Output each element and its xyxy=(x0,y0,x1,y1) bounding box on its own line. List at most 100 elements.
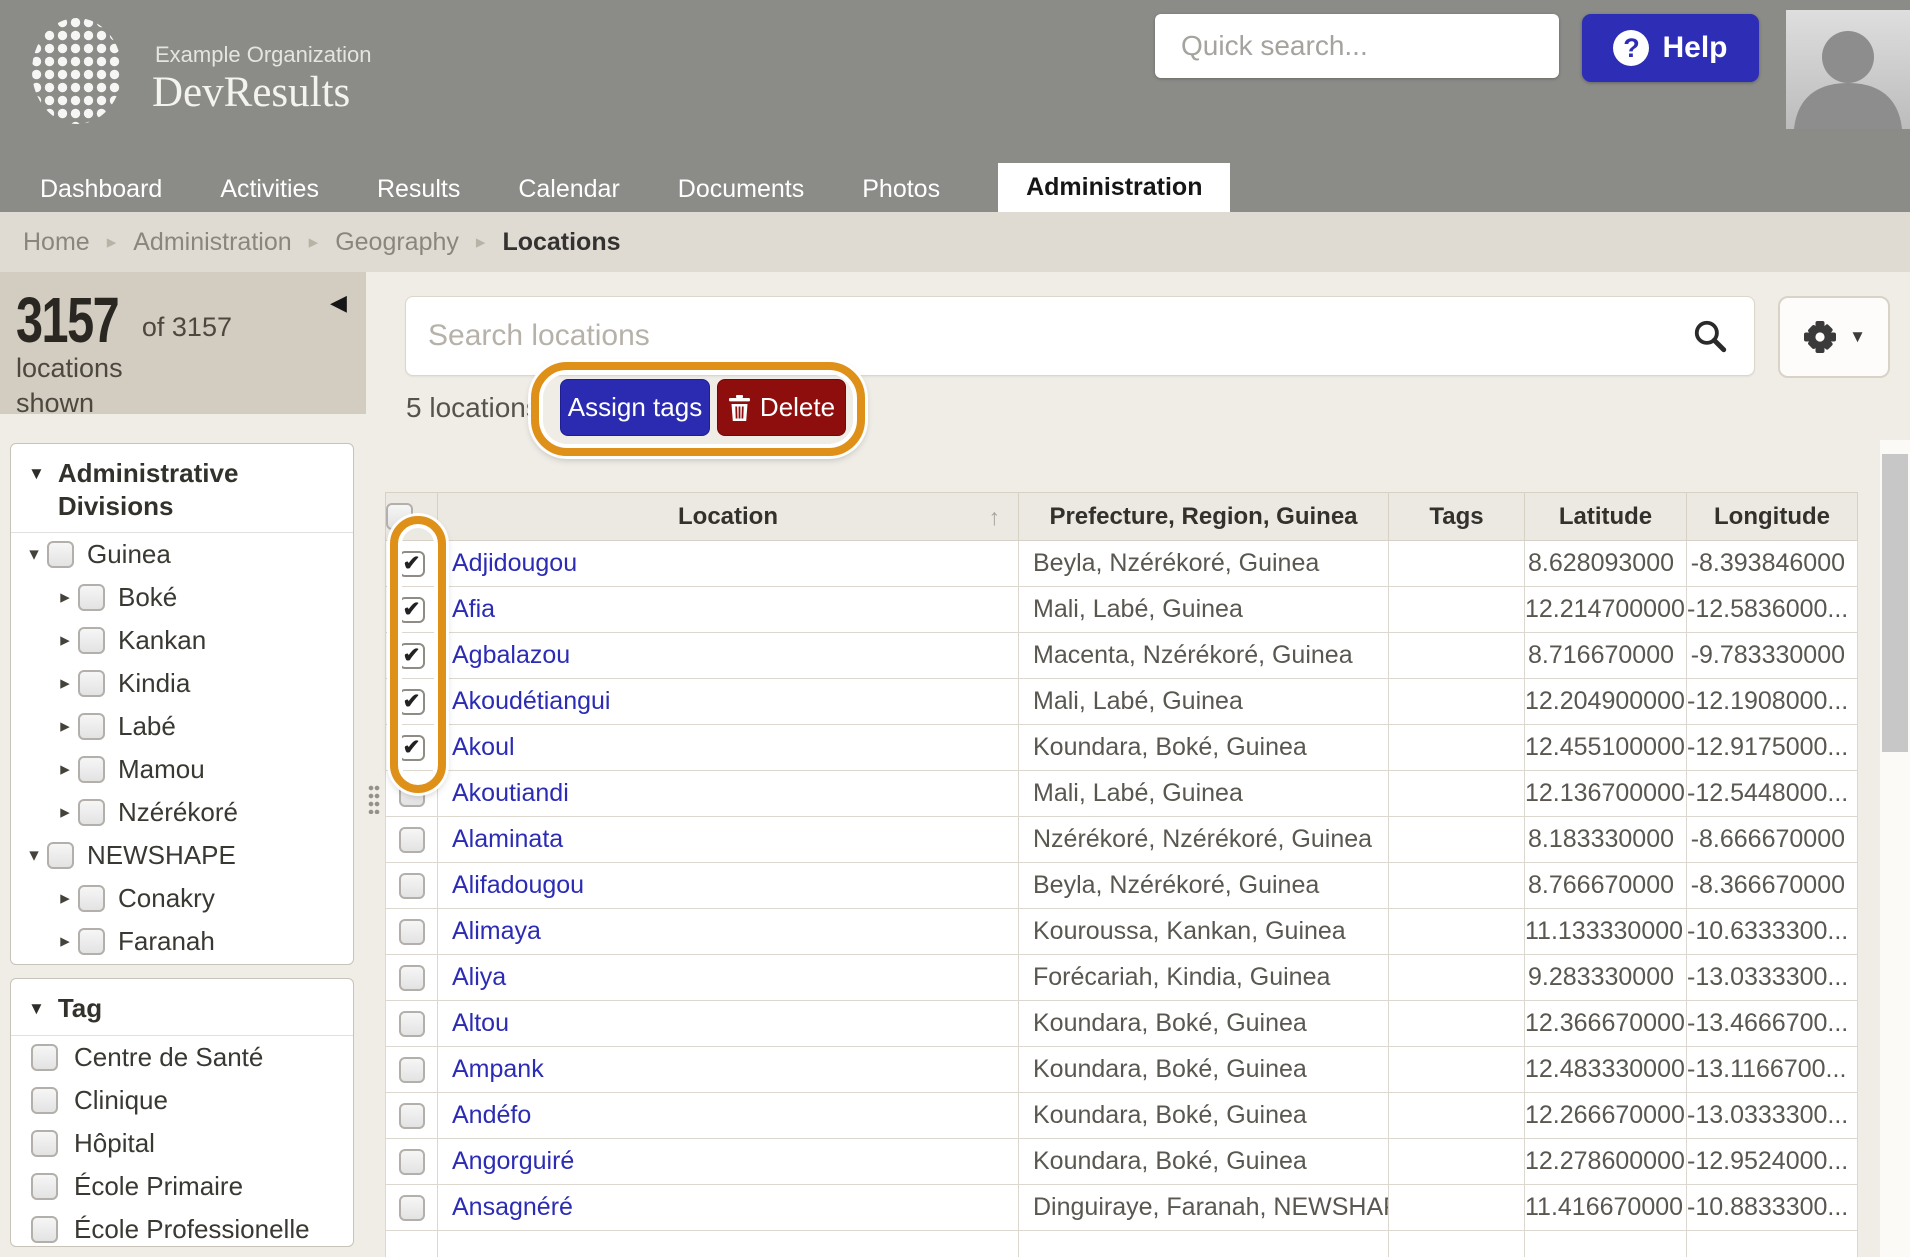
location-link[interactable]: Akoul xyxy=(439,733,515,761)
tree-checkbox[interactable] xyxy=(78,928,105,955)
tag-item-label[interactable]: Centre de Santé xyxy=(74,1042,263,1073)
caret-down-icon[interactable]: ▾ xyxy=(21,543,47,566)
location-link[interactable]: Akoutiandi xyxy=(439,779,569,807)
row-checkbox[interactable]: ✔ xyxy=(398,642,425,669)
column-header-tags[interactable]: Tags xyxy=(1388,492,1525,541)
breadcrumb-link[interactable]: Home xyxy=(23,228,90,257)
divisions-panel-header[interactable]: ▼ Administrative Divisions xyxy=(11,444,353,533)
location-link[interactable]: Agbalazou xyxy=(439,641,570,669)
tree-item-label[interactable]: Nzérékoré xyxy=(118,797,238,828)
caret-right-icon[interactable]: ▸ xyxy=(52,672,78,695)
location-link[interactable]: Angorguiré xyxy=(439,1147,574,1175)
row-checkbox[interactable] xyxy=(398,1010,425,1037)
table-settings-button[interactable]: ▼ xyxy=(1778,296,1890,378)
location-link[interactable]: Alimaya xyxy=(439,917,541,945)
tab-results[interactable]: Results xyxy=(377,166,460,212)
tag-checkbox[interactable] xyxy=(31,1086,58,1114)
breadcrumb-link[interactable]: Administration xyxy=(133,228,291,257)
breadcrumb-link[interactable]: Geography xyxy=(335,228,459,257)
tree-checkbox[interactable] xyxy=(47,842,74,869)
tree-checkbox[interactable] xyxy=(78,756,105,783)
row-checkbox[interactable] xyxy=(398,1194,425,1221)
tree-checkbox[interactable] xyxy=(78,713,105,740)
tree-item-label[interactable]: Boké xyxy=(118,582,177,613)
location-link[interactable]: Ansagnéré xyxy=(439,1193,573,1221)
tree-item-label[interactable]: Guinea xyxy=(87,539,171,570)
tree-item-label[interactable]: Mamou xyxy=(118,754,205,785)
column-header-prefecture[interactable]: Prefecture, Region, Guinea xyxy=(1018,492,1389,541)
caret-right-icon[interactable]: ▸ xyxy=(52,586,78,609)
tree-checkbox[interactable] xyxy=(78,584,105,611)
location-link[interactable]: Aliya xyxy=(439,963,506,991)
row-checkbox[interactable] xyxy=(398,918,425,945)
row-checkbox[interactable]: ✔ xyxy=(398,688,425,715)
caret-right-icon[interactable]: ▸ xyxy=(52,629,78,652)
tag-checkbox[interactable] xyxy=(31,1215,58,1243)
row-checkbox[interactable] xyxy=(398,964,425,991)
tab-photos[interactable]: Photos xyxy=(862,166,940,212)
caret-right-icon[interactable]: ▸ xyxy=(52,887,78,910)
location-link[interactable]: Andéfo xyxy=(439,1101,531,1129)
column-header-location[interactable]: Location ↑ xyxy=(437,492,1019,541)
caret-down-icon[interactable]: ▾ xyxy=(21,844,47,867)
tree-checkbox[interactable] xyxy=(78,670,105,697)
caret-right-icon[interactable]: ▸ xyxy=(52,758,78,781)
row-checkbox[interactable] xyxy=(398,1148,425,1175)
location-link[interactable]: Altou xyxy=(439,1009,509,1037)
tab-documents[interactable]: Documents xyxy=(678,166,804,212)
row-checkbox[interactable]: ✔ xyxy=(398,550,425,577)
tag-checkbox[interactable] xyxy=(31,1129,58,1157)
assign-tags-button[interactable]: Assign tags xyxy=(560,379,710,436)
tag-checkbox[interactable] xyxy=(31,1043,58,1071)
tree-item-label[interactable]: NEWSHAPE xyxy=(87,840,236,871)
tag-checkbox[interactable] xyxy=(31,1172,58,1200)
scrollbar-thumb[interactable] xyxy=(1882,454,1908,752)
tree-item-label[interactable]: Conakry xyxy=(118,883,215,914)
collapse-sidebar-icon[interactable]: ◀ xyxy=(330,290,347,316)
tree-item-label[interactable]: Faranah xyxy=(118,926,215,957)
tag-item-label[interactable]: École Professionelle xyxy=(74,1214,310,1245)
tree-checkbox[interactable] xyxy=(78,627,105,654)
delete-button[interactable]: Delete xyxy=(717,379,846,436)
locations-search-input[interactable] xyxy=(406,319,1692,353)
tree-checkbox[interactable] xyxy=(78,799,105,826)
tag-item-label[interactable]: Hôpital xyxy=(74,1128,155,1159)
row-checkbox[interactable] xyxy=(398,1102,425,1129)
caret-right-icon[interactable]: ▸ xyxy=(52,801,78,824)
caret-right-icon[interactable]: ▸ xyxy=(52,930,78,953)
tab-administration[interactable]: Administration xyxy=(998,163,1231,212)
tag-panel-header[interactable]: ▼ Tag xyxy=(11,979,353,1036)
select-all-checkbox[interactable] xyxy=(386,503,413,530)
location-link[interactable]: Alifadougou xyxy=(439,871,584,899)
caret-right-icon[interactable]: ▸ xyxy=(52,715,78,738)
column-header-latitude[interactable]: Latitude xyxy=(1524,492,1687,541)
column-header-longitude[interactable]: Longitude xyxy=(1686,492,1858,541)
avatar[interactable] xyxy=(1786,10,1910,129)
row-checkbox[interactable] xyxy=(398,780,425,807)
tree-item-label[interactable]: Kindia xyxy=(118,668,190,699)
row-checkbox[interactable]: ✔ xyxy=(398,734,425,761)
row-checkbox[interactable] xyxy=(398,872,425,899)
tree-item-label[interactable]: Labé xyxy=(118,711,176,742)
help-button[interactable]: ? Help xyxy=(1582,14,1759,82)
tab-calendar[interactable]: Calendar xyxy=(518,166,619,212)
row-checkbox[interactable] xyxy=(398,826,425,853)
quick-search-input[interactable] xyxy=(1155,30,1552,62)
location-link[interactable]: Afia xyxy=(439,595,495,623)
tree-checkbox[interactable] xyxy=(47,541,74,568)
location-link[interactable]: Ampank xyxy=(439,1055,544,1083)
tree-item-label[interactable]: Kankan xyxy=(118,625,206,656)
search-icon[interactable] xyxy=(1692,318,1728,354)
tree-checkbox[interactable] xyxy=(78,885,105,912)
sidebar-resize-grip[interactable] xyxy=(368,784,380,814)
tag-item-label[interactable]: Clinique xyxy=(74,1085,168,1116)
tab-dashboard[interactable]: Dashboard xyxy=(40,166,162,212)
location-link[interactable]: Adjidougou xyxy=(439,549,577,577)
tab-activities[interactable]: Activities xyxy=(220,166,319,212)
row-checkbox[interactable]: ✔ xyxy=(398,596,425,623)
location-link[interactable]: Alaminata xyxy=(439,825,563,853)
location-link[interactable]: Akoudétiangui xyxy=(439,687,610,715)
row-checkbox[interactable] xyxy=(398,1056,425,1083)
tag-item-label[interactable]: École Primaire xyxy=(74,1171,243,1202)
scrollbar-track[interactable] xyxy=(1880,440,1910,1257)
